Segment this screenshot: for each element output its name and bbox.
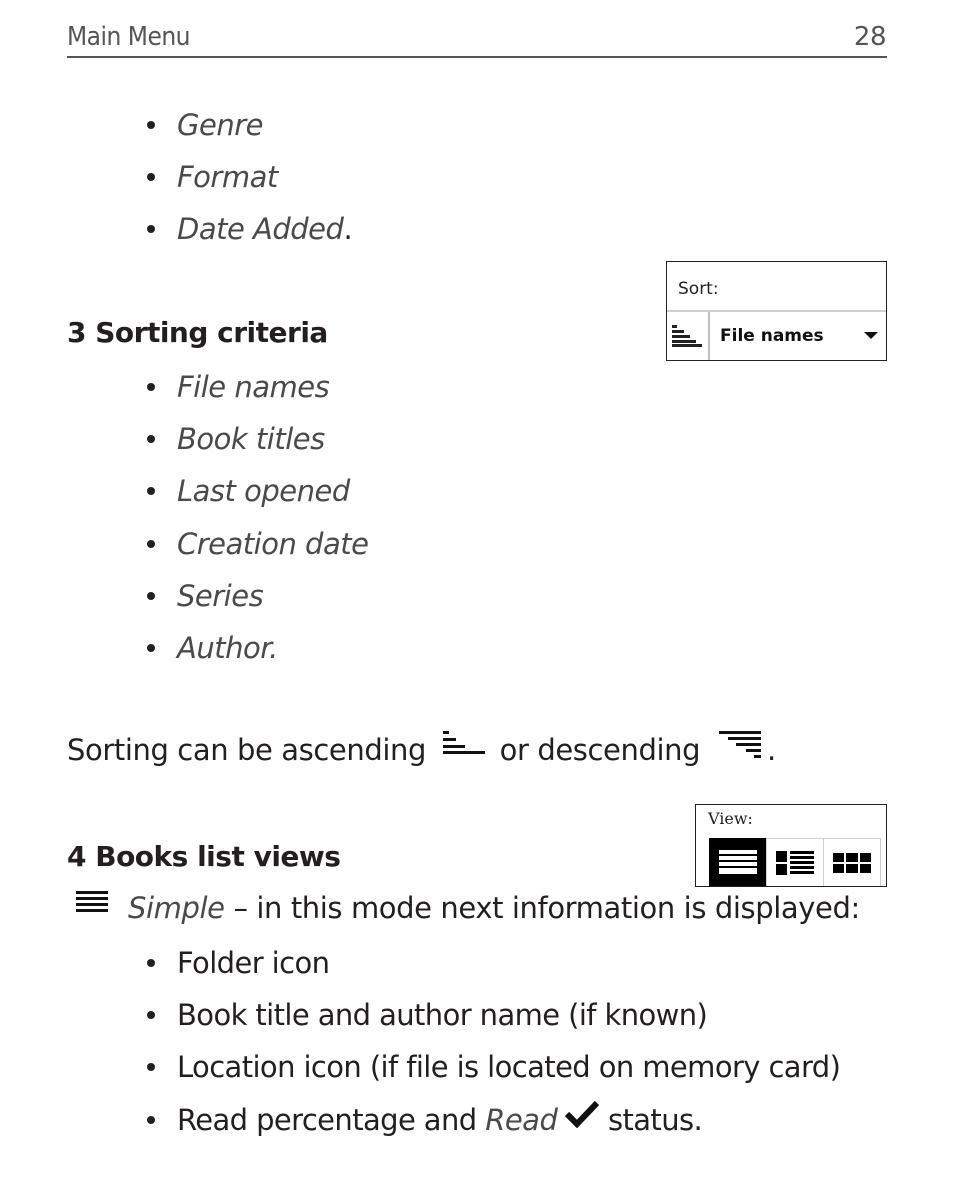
checkmark-icon — [565, 1100, 600, 1128]
bullet — [147, 121, 155, 129]
sort-ascending-icon — [442, 731, 485, 754]
list-item: Book titles — [147, 421, 325, 457]
bullet — [147, 487, 155, 495]
list-simple-icon — [718, 850, 757, 874]
simple-view-button[interactable] — [709, 838, 766, 886]
bullet — [147, 383, 155, 391]
sort-selected-value: File names — [720, 326, 824, 346]
list-item: Genre — [147, 107, 263, 143]
list-item: Book title and author name (if known) — [147, 997, 708, 1033]
bullet — [147, 540, 155, 548]
detailed-list-view-button[interactable] — [766, 838, 823, 886]
list-item: Last opened — [147, 473, 350, 509]
list-item: Format — [147, 159, 278, 195]
simple-mode-paragraph: Simple – in this mode next information i… — [76, 891, 860, 925]
page-number: 28 — [853, 22, 887, 52]
bullet — [147, 959, 155, 967]
bullet — [147, 1116, 155, 1124]
view-widget: View: — [695, 804, 887, 887]
section-heading: 3 Sorting criteria — [67, 316, 328, 349]
list-item: Author. — [147, 630, 278, 666]
thumbnail-view-button[interactable] — [823, 838, 881, 886]
list-item: Creation date — [147, 526, 369, 562]
bullet — [147, 1063, 155, 1071]
list-item: Read percentage and Read status. — [147, 1100, 703, 1138]
running-header-title: Main Menu — [67, 22, 191, 52]
bullet — [147, 644, 155, 652]
sort-order-button[interactable] — [667, 312, 708, 360]
bullet — [147, 435, 155, 443]
sort-ascending-icon — [672, 325, 702, 347]
caret-down-icon — [864, 332, 878, 339]
list-item: Date Added. — [147, 211, 353, 247]
sort-criteria-dropdown[interactable]: File names — [710, 312, 886, 360]
list-item: File names — [147, 369, 330, 405]
section-heading: 4 Books list views — [67, 840, 341, 873]
bullet — [147, 1011, 155, 1019]
sorting-order-paragraph: Sorting can be ascending or descending . — [67, 731, 776, 769]
bullet — [147, 225, 155, 233]
view-label: View: — [708, 809, 753, 828]
list-detailed-icon — [776, 850, 814, 875]
list-simple-icon — [76, 891, 108, 912]
sort-widget: Sort: File names — [666, 261, 887, 361]
sort-label: Sort: — [678, 279, 719, 299]
list-item: Series — [147, 578, 264, 614]
grid-icon — [833, 852, 871, 873]
header-divider — [67, 56, 887, 58]
sort-descending-icon — [718, 731, 761, 758]
bullet — [147, 173, 155, 181]
bullet — [147, 592, 155, 600]
list-item: Location icon (if file is located on mem… — [147, 1049, 841, 1085]
list-item: Folder icon — [147, 945, 330, 981]
